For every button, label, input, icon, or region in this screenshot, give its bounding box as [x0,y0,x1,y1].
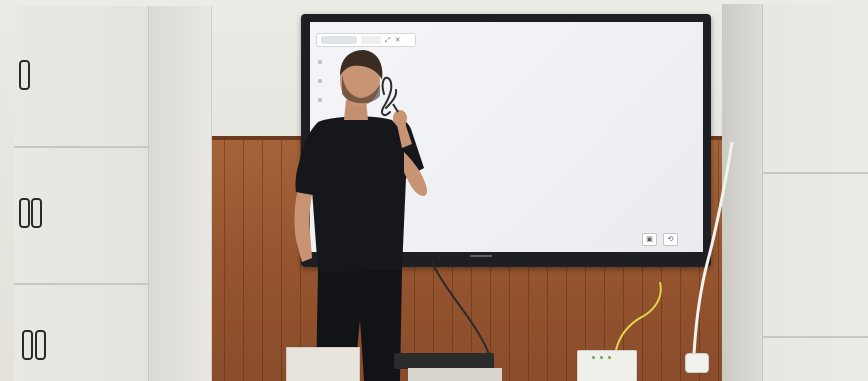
person-writing [294,50,734,381]
classroom-scene: ⤢ ✕ ▣ ⟲ [0,0,868,381]
power-strip [394,353,494,369]
bench [286,347,360,381]
status-light-icon [592,356,595,359]
low-shelf [408,368,502,381]
status-light-icon [608,356,611,359]
status-light-icon [600,356,603,359]
router-box [577,350,637,381]
wall-outlet [685,353,709,373]
